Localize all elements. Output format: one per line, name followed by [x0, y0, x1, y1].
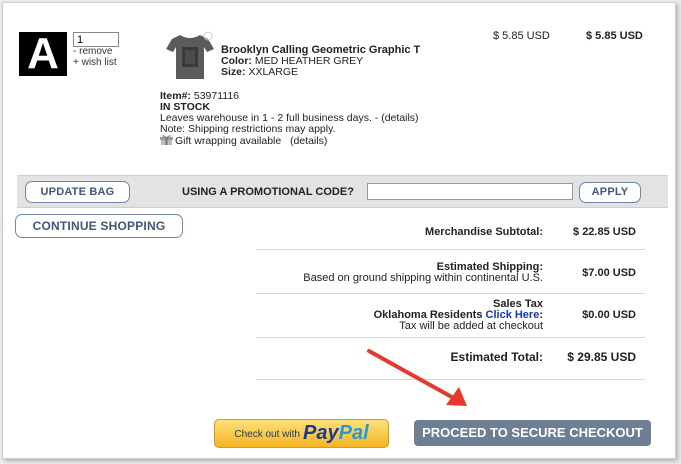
wishlist-link[interactable]: + wish list [73, 57, 117, 68]
divider [256, 249, 645, 250]
paypal-logo-pal: Pal [338, 422, 369, 444]
promo-label: USING A PROMOTIONAL CODE? [182, 186, 354, 198]
size-value: XXLARGE [248, 66, 299, 78]
product-thumbnail[interactable] [166, 31, 214, 81]
gift-icon [160, 135, 173, 145]
shipping-value: $7.00 USD [582, 267, 636, 279]
line-total: $ 5.85 USD [586, 30, 643, 42]
paypal-logo-pay: Pay [303, 422, 339, 444]
paypal-checkout-button[interactable]: Check out with PayPal [214, 419, 389, 448]
tax-value: $0.00 USD [582, 309, 636, 321]
update-bag-button[interactable]: UPDATE BAG [25, 181, 130, 203]
continue-shopping-button[interactable]: CONTINUE SHOPPING [15, 214, 183, 238]
secure-checkout-button[interactable]: PROCEED TO SECURE CHECKOUT [414, 420, 651, 446]
subtotal-label: Merchandise Subtotal: [425, 226, 543, 238]
gift-wrap-row: Gift wrapping available (details) [160, 134, 327, 147]
apply-button[interactable]: APPLY [579, 182, 641, 203]
product-size: Size: XXLARGE [221, 66, 298, 78]
divider [256, 337, 645, 338]
quantity-input[interactable] [73, 32, 119, 47]
brand-logo: A [19, 32, 67, 76]
remove-link[interactable]: - remove [73, 46, 112, 57]
shopping-bag-panel: A - remove + wish list Brooklyn Calling … [2, 2, 676, 459]
shipping-sub: Based on ground shipping within continen… [303, 272, 543, 284]
gift-details-link[interactable]: (details) [290, 135, 327, 147]
tax-note: Tax will be added at checkout [399, 320, 543, 332]
divider [256, 293, 645, 294]
promo-code-input[interactable] [367, 183, 573, 200]
paypal-prefix: Check out with [234, 429, 300, 440]
size-label: Size: [221, 66, 246, 78]
total-value: $ 29.85 USD [567, 350, 636, 364]
promo-bar: UPDATE BAG USING A PROMOTIONAL CODE? APP… [17, 175, 668, 208]
arrow-icon [367, 349, 467, 406]
subtotal-value: $ 22.85 USD [573, 226, 636, 238]
gift-wrap-label: Gift wrapping available [175, 135, 282, 147]
unit-price: $ 5.85 USD [493, 30, 550, 42]
